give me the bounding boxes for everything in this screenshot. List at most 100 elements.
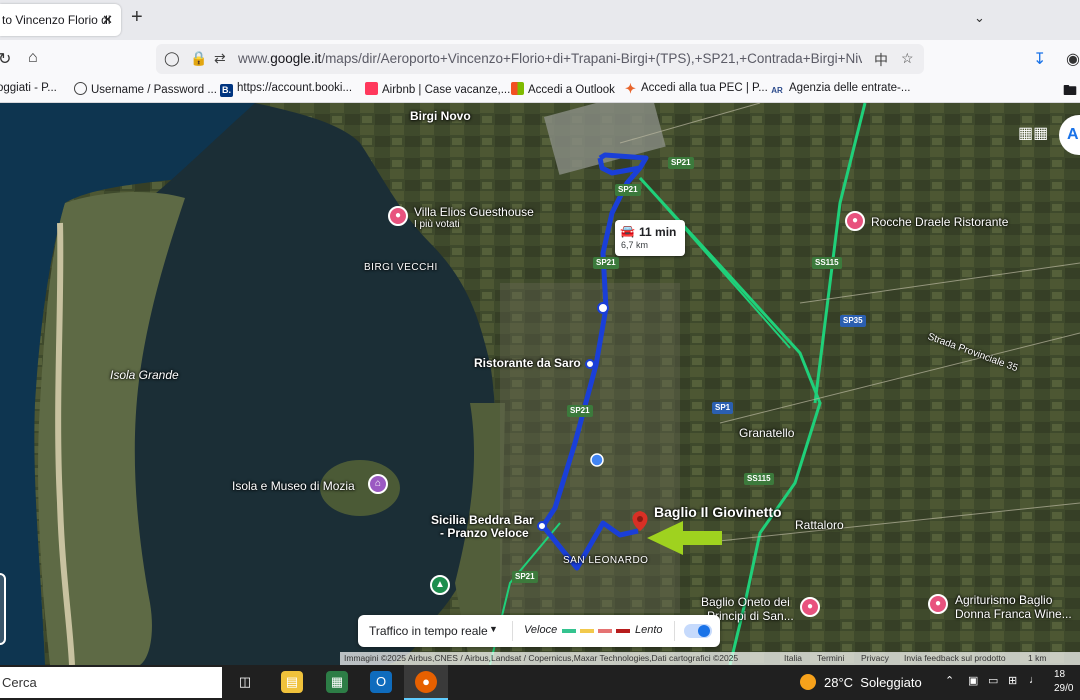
home-icon[interactable]: ⌂ <box>28 49 38 67</box>
task-view-icon[interactable]: ◫ <box>234 671 256 693</box>
bookmark-star-icon[interactable]: ☆ <box>901 50 914 67</box>
map-attribution: Immagini ©2025 Airbus,CNES / Airbus,Land… <box>340 652 1080 665</box>
map-label-birgi-novo[interactable]: Birgi Novo <box>410 109 471 123</box>
scale-label[interactable]: 1 km <box>1028 653 1046 663</box>
map-label-baglio-giovinetto[interactable]: Baglio Il Giovinetto <box>654 504 782 520</box>
volume-icon[interactable]: ♩ <box>1029 674 1040 686</box>
park-pin-icon[interactable]: ▲ <box>430 575 450 595</box>
chevron-up-icon[interactable]: ⌃ <box>945 674 954 687</box>
traffic-color-fast <box>562 629 576 633</box>
map-label-sicilia-beddra[interactable]: Sicilia Beddra Bar <box>431 513 534 527</box>
account-icon[interactable]: ◉ <box>1066 49 1080 69</box>
tab-title: to Vincenzo Florio di <box>2 13 111 27</box>
sun-icon <box>800 674 816 690</box>
divider <box>674 621 675 641</box>
booking-icon: B. <box>220 84 233 97</box>
satellite-map <box>0 103 1080 665</box>
feedback-link[interactable]: Invia feedback sul prodotto <box>904 653 1006 663</box>
bookmark-item[interactable]: oggiati - P... <box>0 82 57 94</box>
layers-thumbnail[interactable] <box>0 573 6 645</box>
translate-icon[interactable]: 中 <box>874 50 888 70</box>
tab-google-maps[interactable]: to Vincenzo Florio di ✕ <box>0 4 121 36</box>
route-duration: 11 min <box>639 225 677 239</box>
map-label-san-leonardo[interactable]: SAN LEONARDO <box>563 555 648 566</box>
url-text[interactable]: www.google.it/maps/dir/Aeroporto+Vincenz… <box>238 51 862 66</box>
map-label-agriturismo[interactable]: Agriturismo Baglio <box>955 593 1052 607</box>
map-label-rattaloro[interactable]: Rattaloro <box>795 518 844 532</box>
store-icon[interactable]: ▦ <box>326 671 348 693</box>
car-icon: 🚘 <box>620 224 635 238</box>
map-label-rocche-draele[interactable]: Rocche Draele Ristorante <box>871 215 1008 229</box>
route-distance: 6,7 km <box>621 240 649 250</box>
chevron-down-icon[interactable]: ⌄ <box>974 10 985 26</box>
bookmark-item[interactable]: Username / Password ... <box>74 82 217 96</box>
map-canvas[interactable]: Birgi Novo ● Villa Elios Guesthouse I pi… <box>0 103 1080 665</box>
route-duration-callout[interactable]: 🚘 11 min 6,7 km <box>615 220 685 256</box>
map-label-ristorante-saro[interactable]: Ristorante da Saro <box>474 356 581 370</box>
temperature: 28°C <box>824 675 854 690</box>
new-tab-button[interactable]: + <box>131 6 143 29</box>
map-label-isola-grande[interactable]: Isola Grande <box>110 368 179 382</box>
restaurant-pin-icon[interactable]: ● <box>845 211 865 231</box>
airbnb-icon <box>365 82 378 95</box>
map-label-granatello[interactable]: Granatello <box>739 426 794 440</box>
traffic-panel: Traffico in tempo reale ▼ Veloce Lento <box>358 615 720 647</box>
globe-icon <box>74 82 87 95</box>
map-label-baglio-oneto[interactable]: Baglio Oneto dei <box>701 595 790 609</box>
map-label-birgi-vecchi[interactable]: BIRGI VECCHI <box>364 262 438 273</box>
road-badge-sp21: SP21 <box>668 157 694 169</box>
download-icon[interactable]: ↧ <box>1033 49 1046 69</box>
privacy-link[interactable]: Privacy <box>861 653 889 663</box>
map-label-agriturismo-2: Donna Franca Wine... <box>955 607 1072 621</box>
bookmark-item[interactable]: B. https://account.booki... <box>220 82 352 97</box>
apps-grid-icon[interactable]: ▦▦ <box>1018 123 1048 143</box>
bookmark-item[interactable]: Airbnb | Case vacanze,... <box>365 82 510 96</box>
lock-icon[interactable]: 🔒 <box>190 50 207 67</box>
imagery-credit: Immagini ©2025 Airbus,CNES / Airbus,Land… <box>344 653 739 663</box>
road-badge-ss115: SS115 <box>812 257 842 269</box>
network-icon[interactable]: ⊞ <box>1008 674 1017 687</box>
map-label-isola-mozia[interactable]: Isola e Museo di Mozia <box>232 479 355 493</box>
folder-icon[interactable]: 🖿 <box>1063 80 1077 104</box>
meet-now-icon[interactable]: ▣ <box>968 674 978 687</box>
map-label-villa-elios-sub: I più votati <box>414 219 460 230</box>
traffic-color-very-slow <box>616 629 630 633</box>
address-bar[interactable]: ◯ 🔒 ⇄ www.google.it/maps/dir/Aeroporto+V… <box>156 44 924 74</box>
hotel-pin-icon[interactable]: ● <box>388 206 408 226</box>
bookmark-item[interactable]: AR Agenzia delle entrate-... <box>769 82 910 97</box>
road-badge-sp21: SP21 <box>512 571 538 583</box>
outlook-icon[interactable]: O <box>370 671 392 693</box>
hotel-pin-icon[interactable]: ● <box>800 597 820 617</box>
permissions-icon[interactable]: ⇄ <box>214 50 226 67</box>
bookmarks-bar: oggiati - P... Username / Password ... B… <box>0 78 1080 103</box>
museum-pin-icon[interactable]: ⌂ <box>368 474 388 494</box>
map-label-villa-elios[interactable]: Villa Elios Guesthouse <box>414 205 534 219</box>
navigation-bar: ↻ ⌂ ◯ 🔒 ⇄ www.google.it/maps/dir/Aeropor… <box>0 40 1080 78</box>
tab-close-icon[interactable]: ✕ <box>102 4 113 36</box>
road-badge-sp35: SP35 <box>840 315 866 327</box>
taskbar-search-input[interactable]: Cerca <box>0 667 222 698</box>
system-clock[interactable]: 18 29/0 <box>1054 668 1073 696</box>
firefox-icon[interactable]: ● <box>415 671 437 693</box>
reload-icon[interactable]: ↻ <box>0 49 11 69</box>
road-badge-sp1: SP1 <box>712 402 734 414</box>
bookmark-item[interactable]: ✦ Accedi alla tua PEC | P... <box>624 82 768 95</box>
network-icon[interactable]: ▭ <box>988 674 998 687</box>
bookmark-item[interactable]: Accedi a Outlook <box>511 82 615 96</box>
shield-icon[interactable]: ◯ <box>164 50 180 67</box>
file-explorer-icon[interactable]: ▤ <box>281 671 303 693</box>
terms-link[interactable]: Termini <box>817 653 844 663</box>
hotel-pin-icon[interactable]: ● <box>928 594 948 614</box>
traffic-color-moderate <box>580 629 594 633</box>
italia-link[interactable]: Italia <box>784 653 802 663</box>
road-badge-sp21: SP21 <box>567 405 593 417</box>
traffic-title[interactable]: Traffico in tempo reale <box>369 624 488 638</box>
pec-icon: ✦ <box>625 81 636 96</box>
traffic-toggle[interactable] <box>684 624 712 638</box>
weather-widget[interactable]: 28°C Soleggiato <box>800 674 922 690</box>
road-badge-sp21: SP21 <box>615 184 641 196</box>
traffic-dropdown-icon[interactable]: ▼ <box>489 624 498 634</box>
road-badge-ss115: SS115 <box>744 473 774 485</box>
tab-strip: to Vincenzo Florio di ✕ + ⌄ <box>0 0 1080 40</box>
microsoft-icon <box>511 82 524 95</box>
